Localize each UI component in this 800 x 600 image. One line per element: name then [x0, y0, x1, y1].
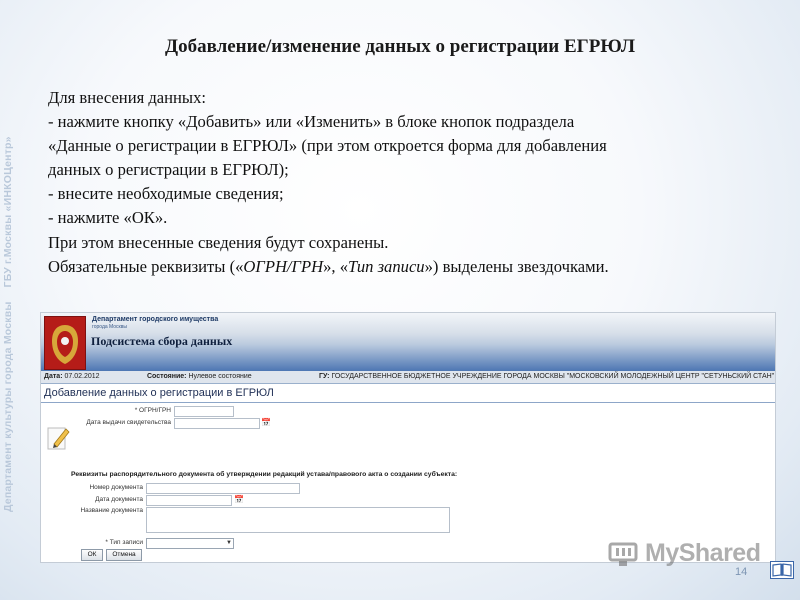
- doc-date-input[interactable]: [146, 495, 232, 506]
- instruction-line: «Данные о регистрации в ЕГРЮЛ» (при этом…: [48, 136, 607, 156]
- watermark-text: MyShared: [645, 539, 761, 567]
- instruction-line-required: Обязательные реквизиты («ОГРН/ГРН», «Тип…: [48, 255, 768, 279]
- cancel-button[interactable]: Отмена: [106, 549, 142, 561]
- required-text-3: ») выделены звездочками.: [424, 256, 609, 276]
- instruction-text: Для внесения данных: - нажмите кнопку «Д…: [48, 86, 768, 279]
- emblem-icon: [44, 316, 86, 370]
- doc-name-textarea[interactable]: [146, 507, 450, 533]
- app-header: Департамент городского имущества города …: [41, 313, 775, 371]
- city-name: города Москвы: [92, 324, 127, 330]
- instruction-line: Для внесения данных:: [48, 88, 206, 107]
- info-org: ГУ: ГОСУДАРСТВЕННОЕ БЮДЖЕТНОЕ УЧРЕЖДЕНИЕ…: [319, 373, 775, 380]
- required-text-1: Обязательные реквизиты («: [48, 256, 244, 276]
- cert-date-label: Дата выдачи свидетельства: [86, 419, 171, 426]
- department-name: Департамент городского имущества: [92, 316, 219, 323]
- pencil-icon: [47, 425, 71, 451]
- instruction-line: - нажмите «ОК».: [48, 208, 168, 228]
- calendar-icon[interactable]: 📅: [261, 418, 271, 427]
- form-title: Добавление данных о регистрации в ЕГРЮЛ: [41, 384, 775, 403]
- slide-title: Добавление/изменение данных о регистраци…: [165, 36, 635, 57]
- subsystem-title: Подсистема сбора данных: [91, 334, 233, 348]
- info-state: Состояние: Нулевое состояние: [147, 373, 252, 380]
- required-field-type: Тип записи: [348, 256, 425, 276]
- info-bar: Дата: 07.02.2012 Состояние: Нулевое сост…: [41, 371, 775, 384]
- instruction-line: - внесите необходимые сведения;: [48, 184, 284, 204]
- app-screenshot: Департамент городского имущества города …: [40, 312, 776, 563]
- instruction-line: При этом внесенные сведения будут сохран…: [48, 232, 389, 252]
- doc-name-label: Название документа: [80, 507, 143, 514]
- book-icon[interactable]: [770, 561, 794, 579]
- page-number: 14: [735, 566, 748, 578]
- doc-number-label: Номер документа: [89, 484, 143, 491]
- doc-number-input[interactable]: [146, 483, 300, 494]
- sidebar-text-org: ГБУ г.Москвы «ИНКОЦентр»: [2, 136, 14, 288]
- sidebar-text-dept: Департамент культуры города Москвы: [2, 301, 14, 512]
- section-label: Реквизиты распорядительного документа об…: [71, 471, 458, 478]
- sidebar-vertical-text: Департамент культуры города Москвы ГБУ г.…: [2, 92, 26, 512]
- instruction-line: - нажмите кнопку «Добавить» или «Изменит…: [48, 112, 575, 132]
- record-type-select[interactable]: ▼: [146, 538, 234, 549]
- instruction-line: данных о регистрации в ЕГРЮЛ);: [48, 160, 289, 180]
- myshared-logo-icon: [608, 541, 638, 569]
- ogrn-label: * ОГРН/ГРН: [134, 407, 171, 414]
- ogrn-input[interactable]: [174, 406, 234, 417]
- record-type-label: * Тип записи: [105, 539, 143, 546]
- required-field-ogrn: ОГРН/ГРН: [243, 256, 324, 276]
- cert-date-input[interactable]: [174, 418, 260, 429]
- ok-button[interactable]: ОК: [81, 549, 103, 561]
- info-date: Дата: 07.02.2012: [44, 373, 100, 380]
- calendar-icon[interactable]: 📅: [234, 495, 244, 504]
- doc-date-label: Дата документа: [95, 496, 143, 503]
- dropdown-arrow-icon: ▼: [226, 540, 232, 546]
- required-text-2: », «: [323, 256, 348, 276]
